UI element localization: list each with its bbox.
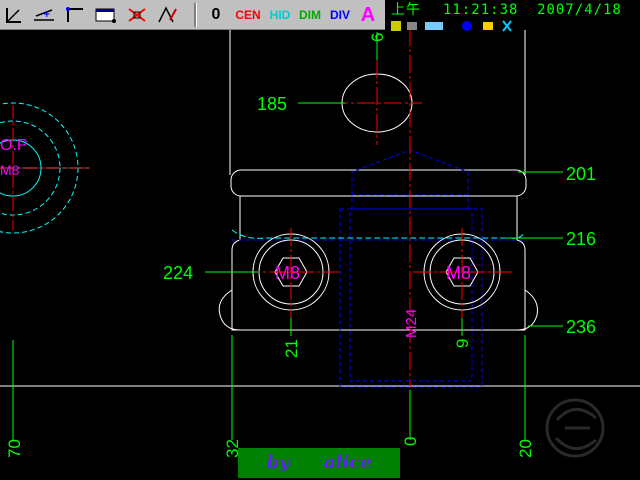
- thread-label-m24: M24: [403, 309, 420, 338]
- thread-label-m8-far: M8: [0, 162, 20, 178]
- tool-erase-button[interactable]: [124, 4, 150, 26]
- tool-cen-button[interactable]: CEN: [234, 4, 262, 26]
- tool-dim-button[interactable]: DIM: [296, 4, 324, 26]
- globe-icon: [462, 21, 472, 31]
- callout-236: 236: [566, 317, 596, 337]
- thread-label-m8-left: M8: [275, 263, 300, 283]
- pen-icon: [158, 6, 177, 23]
- callout-201: 201: [566, 164, 596, 184]
- tool-div-button[interactable]: DIV: [326, 4, 354, 26]
- tool-text-button[interactable]: A: [356, 4, 380, 26]
- cad-icon: [425, 22, 443, 30]
- callout-224: 224: [163, 263, 193, 283]
- svg-text:+: +: [43, 10, 51, 20]
- folder-icon: [483, 22, 493, 30]
- tool-pen-button[interactable]: [154, 4, 180, 26]
- erase-icon: [128, 8, 146, 22]
- thread-label-m8-right: M8: [446, 263, 471, 283]
- move-icon: [6, 8, 21, 23]
- dim-label-20: 20: [516, 439, 535, 458]
- settings-icon: [502, 20, 512, 32]
- system-clock: 上午 11:21:38 2007/4/18: [385, 0, 640, 20]
- dim-label-0: 0: [401, 437, 420, 446]
- callout-185: 185: [257, 94, 287, 114]
- window-icon: [95, 8, 116, 23]
- tool-window-button[interactable]: [92, 4, 120, 26]
- tool-zero-button[interactable]: 0: [204, 4, 228, 26]
- tool-snap-button[interactable]: +: [30, 4, 58, 26]
- callout-9: 9: [453, 339, 472, 348]
- angle-line-icon: +: [34, 9, 54, 21]
- lock-icon: [391, 21, 401, 31]
- callout-216: 216: [566, 229, 596, 249]
- cad-toolbar: + 0 CEN HID DIM DIV A: [0, 0, 385, 30]
- callout-6: 6: [368, 33, 387, 42]
- cad-drawing-canvas[interactable]: O.P M8 M8 M8 M24 185 201 216 224 236 21 …: [0, 0, 640, 480]
- corner-icon: [66, 7, 83, 22]
- tool-move-button[interactable]: [2, 4, 26, 26]
- dim-label-70: 70: [5, 439, 24, 458]
- tool-hid-button[interactable]: HID: [266, 4, 294, 26]
- tool-corner-button[interactable]: [62, 4, 88, 26]
- clock-date: 2007/4/18: [537, 2, 622, 18]
- author-signature: by alice: [238, 448, 400, 478]
- thread-label-op: O.P: [0, 137, 28, 154]
- callout-21: 21: [282, 339, 301, 358]
- layer-icon: [407, 22, 417, 30]
- toolbar-separator: [194, 3, 197, 27]
- status-icons: [391, 20, 512, 32]
- clock-time: 11:21:38: [443, 2, 519, 18]
- clock-ampm: 上午: [391, 2, 421, 18]
